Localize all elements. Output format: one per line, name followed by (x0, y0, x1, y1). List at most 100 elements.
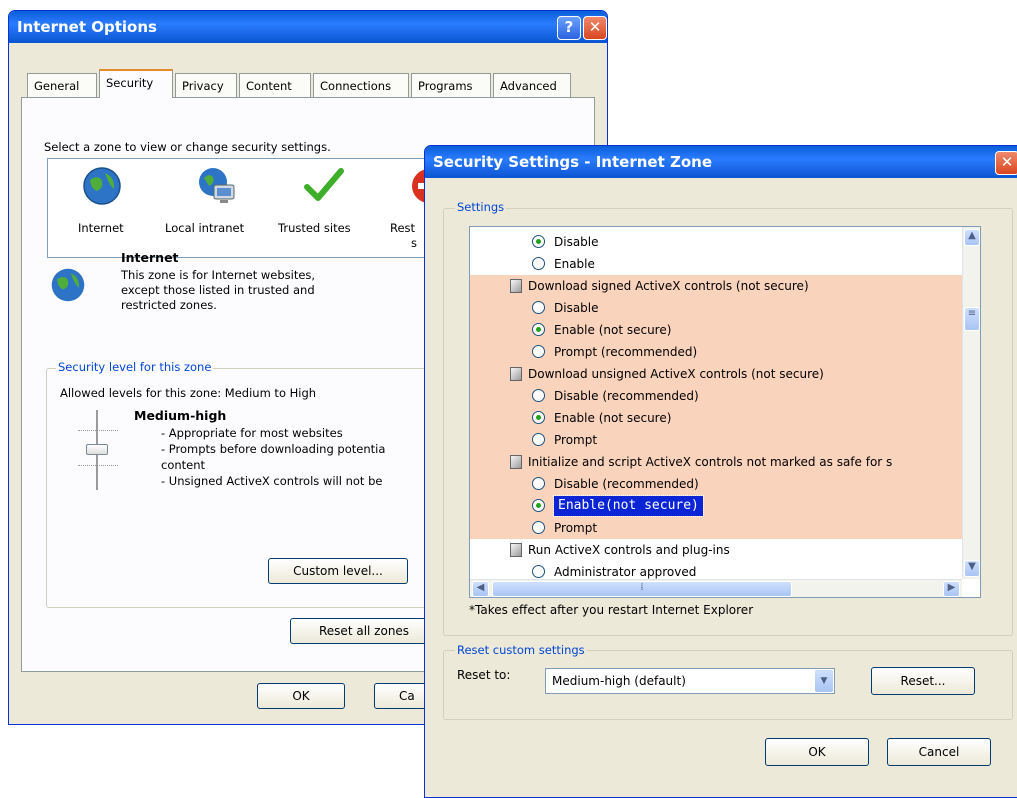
security-settings-title: Security Settings - Internet Zone (433, 153, 713, 171)
radio-button[interactable] (532, 345, 545, 358)
setting-header-label: Run ActiveX controls and plug-ins (528, 543, 730, 557)
setting-radio-option[interactable]: Disable (recommended) (470, 385, 962, 407)
radio-button[interactable] (532, 565, 545, 578)
close-icon[interactable]: ✕ (583, 16, 607, 40)
setting-radio-option[interactable]: Prompt (recommended) (470, 341, 962, 363)
radio-label[interactable]: Prompt (554, 429, 597, 451)
settings-vscroll[interactable]: ▲ ≡ ▼ (962, 227, 980, 579)
slider-ticks (78, 430, 118, 431)
setting-radio-option[interactable]: Enable (470, 253, 962, 275)
tab-programs[interactable]: Programs (411, 73, 491, 97)
setting-icon (510, 455, 522, 469)
settings-group-label: Settings (455, 200, 507, 214)
level-bullet-4: - Unsigned ActiveX controls will not be (161, 474, 383, 488)
settings-list[interactable]: Disable Enable Download signed ActiveX con… (469, 226, 981, 598)
zone-intranet-label[interactable]: Local intranet (165, 221, 244, 235)
setting-radio-option[interactable]: Prompt (470, 517, 962, 539)
tab-general[interactable]: General (27, 73, 97, 97)
settings-hscroll[interactable]: ◀ ⁞ ▶ (470, 579, 962, 597)
chevron-down-icon[interactable]: ▼ (815, 670, 833, 692)
zone-globe-small-icon (49, 266, 87, 304)
scroll-up-icon[interactable]: ▲ (964, 229, 980, 246)
radio-label[interactable]: Disable (554, 231, 599, 253)
radio-button[interactable] (532, 433, 545, 446)
zone-restricted-label[interactable]: Rest (390, 221, 415, 235)
tab-connections[interactable]: Connections (313, 73, 409, 97)
radio-label[interactable]: Prompt (recommended) (554, 341, 697, 363)
hscroll-thumb[interactable]: ⁞ (492, 581, 792, 597)
zone-prompt: Select a zone to view or change security… (44, 140, 331, 154)
radio-button[interactable] (532, 521, 545, 534)
radio-label[interactable]: Enable (not secure) (554, 407, 671, 429)
level-bullet-1: - Appropriate for most websites (161, 426, 343, 440)
reset-custom-group-label: Reset custom settings (455, 643, 587, 657)
radio-button[interactable] (532, 301, 545, 314)
radio-label[interactable]: Administrator approved (554, 561, 696, 579)
internet-options-titlebar[interactable]: Internet Options (9, 11, 607, 43)
security-settings-titlebar[interactable]: Security Settings - Internet Zone (425, 146, 1017, 178)
restart-note: *Takes effect after you restart Internet… (469, 603, 754, 617)
scroll-down-icon[interactable]: ▼ (964, 560, 980, 577)
setting-header-label: Initialize and script ActiveX controls n… (528, 455, 893, 469)
custom-level-button[interactable]: Custom level... (268, 558, 408, 584)
level-bullet-3: content (161, 458, 206, 472)
reset-to-select[interactable]: Medium-high (default) ▼ (545, 668, 835, 694)
radio-label[interactable]: Enable(not secure) (553, 495, 704, 517)
radio-button[interactable] (532, 257, 545, 270)
settings-rows: Disable Enable Download signed ActiveX con… (470, 231, 962, 579)
setting-header: Initialize and script ActiveX controls n… (470, 451, 962, 473)
reset-button[interactable]: Reset... (871, 667, 975, 695)
security-slider[interactable] (70, 410, 126, 490)
setting-radio-option[interactable]: Disable (recommended) (470, 473, 962, 495)
internet-options-title: Internet Options (17, 18, 157, 36)
setting-radio-option[interactable]: Disable (470, 297, 962, 319)
radio-label[interactable]: Disable (554, 297, 599, 319)
tab-security[interactable]: Security (99, 69, 173, 98)
zone-internet-label[interactable]: Internet (78, 221, 124, 235)
scroll-left-icon[interactable]: ◀ (472, 581, 489, 597)
setting-header: Download signed ActiveX controls (not se… (470, 275, 962, 297)
setting-radio-option[interactable]: Enable(not secure) (470, 495, 962, 517)
setting-header-label: Download unsigned ActiveX controls (not … (528, 367, 824, 381)
ss-ok-button[interactable]: OK (765, 738, 869, 766)
setting-radio-option[interactable]: Disable (470, 231, 962, 253)
setting-radio-option[interactable]: Prompt (470, 429, 962, 451)
setting-radio-option[interactable]: Enable (not secure) (470, 319, 962, 341)
tab-advanced[interactable]: Advanced (493, 73, 571, 97)
radio-label[interactable]: Enable (554, 253, 595, 275)
radio-button[interactable] (532, 477, 545, 490)
radio-button[interactable] (532, 323, 545, 336)
tab-content[interactable]: Content (239, 73, 311, 97)
setting-header: Run ActiveX controls and plug-ins (470, 539, 962, 561)
radio-label[interactable]: Enable (not secure) (554, 319, 671, 341)
io-ok-button[interactable]: OK (257, 683, 345, 709)
level-name: Medium-high (134, 408, 227, 423)
security-settings-close-icon[interactable]: ✕ (995, 151, 1017, 175)
setting-radio-option[interactable]: Enable (not secure) (470, 407, 962, 429)
scroll-right-icon[interactable]: ▶ (943, 581, 960, 597)
radio-button[interactable] (532, 235, 545, 248)
security-settings-window: Security Settings - Internet Zone ✕ Sett… (424, 145, 1017, 798)
radio-button[interactable] (532, 499, 545, 512)
radio-label[interactable]: Prompt (554, 517, 597, 539)
setting-header: Download unsigned ActiveX controls (not … (470, 363, 962, 385)
checkmark-icon[interactable] (303, 165, 345, 207)
tab-privacy[interactable]: Privacy (175, 73, 237, 97)
allowed-levels-text: Allowed levels for this zone: Medium to … (60, 386, 317, 400)
zone-trusted-label[interactable]: Trusted sites (278, 221, 351, 235)
reset-to-value: Medium-high (default) (552, 674, 686, 688)
radio-button[interactable] (532, 411, 545, 424)
zone-desc-1: This zone is for Internet websites, (121, 268, 316, 282)
slider-thumb[interactable] (86, 444, 108, 455)
setting-header-label: Download signed ActiveX controls (not se… (528, 279, 809, 293)
help-icon[interactable]: ? (557, 16, 581, 40)
radio-label[interactable]: Disable (recommended) (554, 385, 699, 407)
globe-icon[interactable] (81, 165, 123, 207)
radio-label[interactable]: Disable (recommended) (554, 473, 699, 495)
zone-restricted-label-2: s (411, 236, 417, 250)
radio-button[interactable] (532, 389, 545, 402)
scroll-thumb[interactable]: ≡ (964, 307, 980, 331)
ss-cancel-button[interactable]: Cancel (887, 738, 991, 766)
setting-radio-option[interactable]: Administrator approved (470, 561, 962, 579)
intranet-icon[interactable] (196, 165, 238, 207)
